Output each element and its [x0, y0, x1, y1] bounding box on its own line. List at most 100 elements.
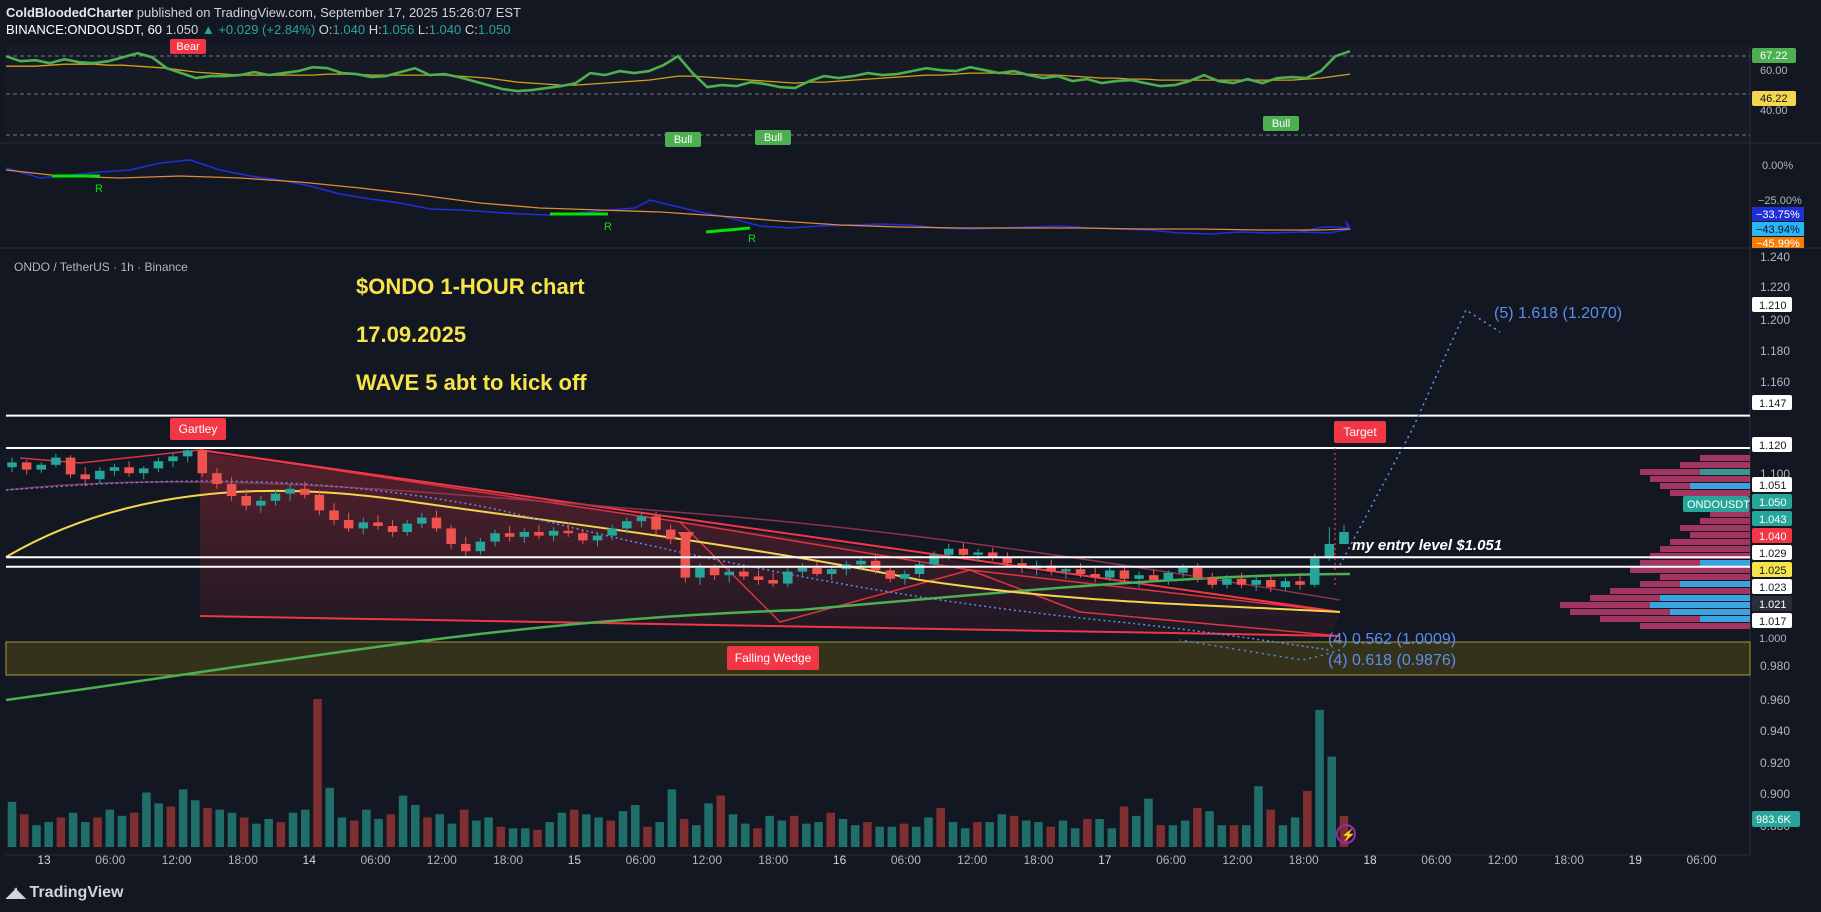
volume-bars [7, 699, 1349, 847]
price-tag-text: 1.050 [1759, 497, 1787, 509]
candle-body [944, 548, 954, 555]
time-axis-tick: 12:00 [1488, 853, 1518, 867]
time-axis-tick: 18:00 [1554, 853, 1584, 867]
volume-bar [875, 826, 884, 847]
volume-bar [484, 817, 493, 847]
volume-bar [1107, 828, 1117, 847]
volume-bar [545, 822, 554, 847]
volume-bar [154, 803, 163, 847]
time-axis-tick: 06:00 [1686, 853, 1716, 867]
candle-body [900, 574, 910, 579]
volume-bar [325, 787, 335, 847]
volume-bar [1193, 808, 1202, 847]
candle-body [475, 541, 486, 552]
volume-bar [117, 815, 127, 847]
price-tag-text: 1.051 [1759, 480, 1787, 492]
volume-bar [753, 828, 762, 847]
time-axis-tick: 06:00 [626, 853, 656, 867]
wedge-fill [200, 452, 1340, 637]
volume-bar [105, 809, 115, 847]
volume-bar [1254, 786, 1263, 847]
time-axis-tick: 18:00 [1289, 853, 1319, 867]
candle-body [665, 529, 676, 540]
time-axis-tick: 12:00 [1222, 853, 1252, 867]
volume-bar [740, 823, 750, 847]
target-tag-text: Target [1343, 425, 1377, 439]
volume-bar [520, 828, 530, 847]
candle-body [519, 532, 530, 537]
candle-body [1163, 572, 1174, 580]
volume-bar [1266, 809, 1275, 847]
volume-bar [777, 820, 787, 847]
candle-body [1119, 570, 1130, 579]
volume-bar [44, 822, 53, 847]
volume-bar [1168, 825, 1178, 847]
volume-bar [606, 820, 616, 847]
candle-body [7, 462, 17, 468]
candle-body [797, 568, 808, 572]
divergence-label: R [95, 183, 103, 195]
volume-bar [594, 817, 603, 847]
chart-canvas[interactable]: Bear Bull Bull Bull 67.22 60.00 46.2240.00 R … [0, 0, 1821, 880]
volume-bar [1303, 790, 1312, 847]
candle-body [212, 473, 222, 484]
volume-bar [1009, 815, 1019, 847]
volume-bar [129, 812, 139, 847]
time-axis-tick: 12:00 [427, 853, 457, 867]
volume-bar [32, 825, 41, 847]
volume-bar [704, 803, 713, 847]
volume-bar [56, 817, 66, 847]
rsi-axis-label: 67.22 [1760, 50, 1788, 62]
volume-bar [887, 826, 897, 847]
time-axis-tick: 17 [1098, 853, 1112, 867]
candle-body [314, 494, 325, 511]
fib-0562-label: (4) 0.562 (1.0009) [1328, 631, 1456, 648]
time-axis-tick: 06:00 [1156, 853, 1186, 867]
series-legend: ONDO / TetherUS · 1h · Binance [14, 260, 188, 274]
candle-body [21, 462, 32, 470]
rsi-signal-text: Bear [176, 41, 200, 53]
candle-body [343, 520, 354, 529]
candle-body [783, 571, 793, 584]
volume-bar [410, 804, 420, 847]
volume-bar [313, 699, 322, 847]
volume-bar [692, 825, 701, 847]
candle-body [563, 530, 573, 534]
candle-body [1295, 581, 1305, 585]
volume-bar [765, 815, 774, 847]
volume-bar [997, 814, 1007, 847]
tradingview-logo[interactable]: ◢◣ TradingView [6, 884, 124, 902]
divergence-line [705, 226, 751, 234]
candle-body [109, 467, 120, 471]
divergence-label: R [748, 233, 756, 245]
time-axis-tick: 13 [37, 853, 51, 867]
volume-bar [496, 826, 506, 847]
fib-0618-label: (4) 0.618 (0.9876) [1328, 652, 1456, 669]
volume-bar [215, 809, 225, 847]
volume-bar [435, 814, 444, 847]
volume-bar [166, 806, 176, 847]
candle-body [885, 570, 895, 579]
candle-body [1339, 532, 1349, 544]
price-tag-text: 1.000 [1759, 633, 1787, 645]
volume-bar [1205, 811, 1214, 847]
logo-text: TradingView [29, 884, 124, 901]
volume-bar [1046, 826, 1055, 847]
candle-body [1222, 578, 1232, 585]
candle-body [138, 468, 149, 474]
candle-body [417, 517, 427, 524]
price-tag-text: 1.023 [1759, 582, 1787, 594]
volume-bar [1083, 818, 1092, 847]
candle-body [95, 470, 105, 480]
volume-bar [447, 823, 457, 847]
volume-bar [288, 812, 298, 847]
price-tag-text: 1.025 [1759, 565, 1787, 577]
candle-body [578, 533, 588, 541]
volume-bar [191, 800, 200, 847]
volume-bar [826, 812, 836, 847]
candle-body [695, 568, 705, 578]
volume-bar [899, 823, 909, 847]
lightning-glyph: ⚡ [1341, 828, 1356, 842]
volume-bar [850, 825, 860, 847]
price-tag-text: 1.210 [1759, 300, 1787, 312]
